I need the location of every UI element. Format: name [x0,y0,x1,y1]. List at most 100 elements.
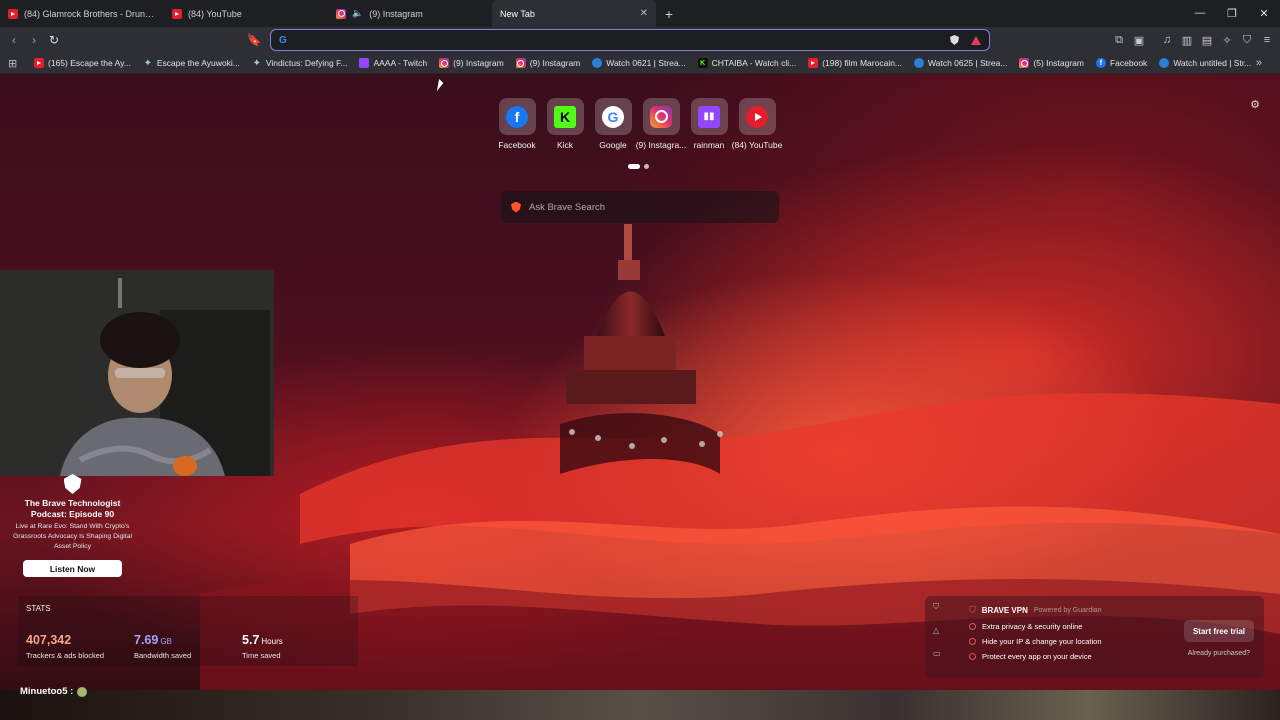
vpn-header: ⛉ BRAVE VPN Powered by Guardian [969,605,1102,616]
google-icon: G [279,34,287,46]
stat-caption: Bandwidth saved [134,651,192,660]
vpn-feature: Extra privacy & security online [969,622,1102,631]
already-purchased-link[interactable]: Already purchased? [1188,650,1250,657]
vpn-feature: Hide your IP & change your location [969,637,1102,646]
extensions-icon[interactable]: ⧉ [1112,34,1126,47]
tab-title: (84) YouTube [188,8,242,19]
bookmark-item[interactable]: (165) Escape the Ay... [34,58,131,68]
top-site-google[interactable]: G Google [593,98,633,150]
top-site-facebook[interactable]: f Facebook [497,98,537,150]
site-tile[interactable]: G [594,98,632,135]
bookmark-item[interactable]: AAAA - Twitch [359,58,427,68]
streamer-camera-image [0,270,274,476]
brave-shields-icon[interactable] [950,35,959,45]
bookmark-label: Escape the Ayuwoki... [156,58,240,68]
facebook-icon: f [506,105,528,128]
start-free-trial-button[interactable]: Start free trial [1183,620,1254,642]
brave-search-input[interactable] [529,201,769,213]
apps-grid-icon[interactable]: ⊞ [8,57,34,70]
brave-logo-icon [63,474,82,494]
page-dot-active[interactable] [628,164,640,169]
promo-body: Live at Rare Evo: Stand With Crypto's Gr… [12,523,132,550]
bookmark-item[interactable]: ✦ Escape the Ayuwoki... [143,58,240,69]
vpn-feature: Protect every app on your device [969,652,1102,661]
chat-username: Minuetoo5 : [20,686,74,697]
bookmark-item[interactable]: (9) Instagram [515,58,580,68]
site-label: Facebook [498,140,536,150]
bookmark-item[interactable]: f Facebook [1095,58,1147,68]
bookmark-item[interactable]: Watch 0625 | Strea... [914,58,1007,68]
address-input[interactable] [294,34,950,46]
reload-icon[interactable]: ↻ [44,33,64,47]
youtube-icon [172,8,182,19]
device-icon: ▭ [933,649,941,658]
site-tile[interactable]: f [498,98,536,135]
tab-instagram[interactable]: 🔈 (9) Instagram [328,0,492,27]
brave-rewards-icon[interactable] [971,35,981,45]
bookmark-item[interactable]: (5) Instagram [1019,58,1084,68]
window-controls: — ❐ ✕ [1184,7,1280,20]
site-tile[interactable]: ▮▮ [690,98,728,135]
top-site-kick[interactable]: K Kick [545,98,585,150]
settings-gear-icon[interactable]: ⚙ [1250,98,1260,111]
vpn-logo-icon: ⛉ [969,605,976,615]
bookmark-item[interactable]: Watch 0621 | Strea... [592,58,686,68]
screenshot-icon[interactable]: ▣ [1132,34,1146,47]
page-dot[interactable] [644,164,649,169]
vpn-icon[interactable]: ⛉ [1240,34,1254,47]
tab-title: (9) Instagram [369,8,423,19]
webcam-overlay [0,270,274,476]
warning-icon: △ [933,626,940,635]
bookmark-item[interactable]: (198) film Marocain... [808,58,902,68]
twitch-icon [359,58,370,68]
bookmark-item[interactable]: (9) Instagram [439,58,504,68]
back-icon[interactable]: ‹ [4,33,24,47]
bookmark-item[interactable]: Watch untitled | Str... [1159,58,1251,68]
chat-overlay: Minuetoo5 : [20,686,88,697]
media-icon[interactable]: ♫ [1160,34,1174,46]
top-site-youtube[interactable]: (84) YouTube [732,98,782,150]
site-tile[interactable]: K [546,98,584,135]
menu-icon[interactable]: ≡ [1260,34,1274,46]
emote-icon [77,686,88,697]
tab-new-tab[interactable]: New Tab ✕ [492,0,656,27]
youtube-icon [34,58,44,68]
speaker-icon[interactable]: 🔈 [352,8,363,19]
stream-footer-image [0,690,1280,720]
stat-trackers: 407,342 Trackers & ads blocked [26,631,134,660]
site-tile[interactable] [642,98,680,135]
bookmark-icon[interactable]: 🔖 [244,33,264,47]
tab-youtube[interactable]: (84) YouTube [164,0,328,27]
wallet-icon[interactable]: ▤ [1200,34,1214,47]
top-site-instagram[interactable]: (9) Instagra... [636,98,686,150]
minimize-icon[interactable]: — [1184,7,1216,20]
leo-ai-icon[interactable]: ✧ [1220,34,1234,47]
vpn-side-icons: ⛉ △ ▭ [933,602,941,658]
youtube-icon [8,8,18,19]
bookmark-item[interactable]: ✦ Vindictus: Defying F... [252,57,348,69]
stats-title: STATS [26,604,51,613]
site-tile[interactable] [738,98,776,135]
bookmark-label: (198) film Marocain... [822,58,903,68]
top-site-rainman[interactable]: ▮▮ rainman [689,98,729,150]
site-label: (9) Instagra... [635,140,687,150]
brave-search-box[interactable] [501,191,779,223]
tab-glamrock[interactable]: (84) Glamrock Brothers - Drunken Sa [0,0,164,27]
twitch-icon: ▮▮ [698,105,720,128]
new-tab-button[interactable]: + [656,6,682,22]
close-tab-icon[interactable]: ✕ [640,8,648,19]
close-window-icon[interactable]: ✕ [1248,7,1280,20]
steam-icon: ✦ [252,57,262,69]
more-bookmarks-icon[interactable]: » [1256,57,1262,69]
instagram-icon [439,58,450,68]
bookmark-item[interactable]: K CHTAIBA - Watch cli... [697,58,797,68]
bookmark-label: CHTAIBA - Watch cli... [711,58,797,68]
stat-bandwidth: 7.69 GB Bandwidth saved [134,631,242,660]
listen-now-button[interactable]: Listen Now [23,560,122,577]
youtube-icon [746,105,768,128]
restore-icon[interactable]: ❐ [1216,7,1248,20]
kick-icon: K [697,58,708,68]
sidebar-icon[interactable]: ▥ [1180,34,1194,47]
address-bar[interactable]: G [270,29,990,51]
forward-icon[interactable]: › [24,33,44,47]
